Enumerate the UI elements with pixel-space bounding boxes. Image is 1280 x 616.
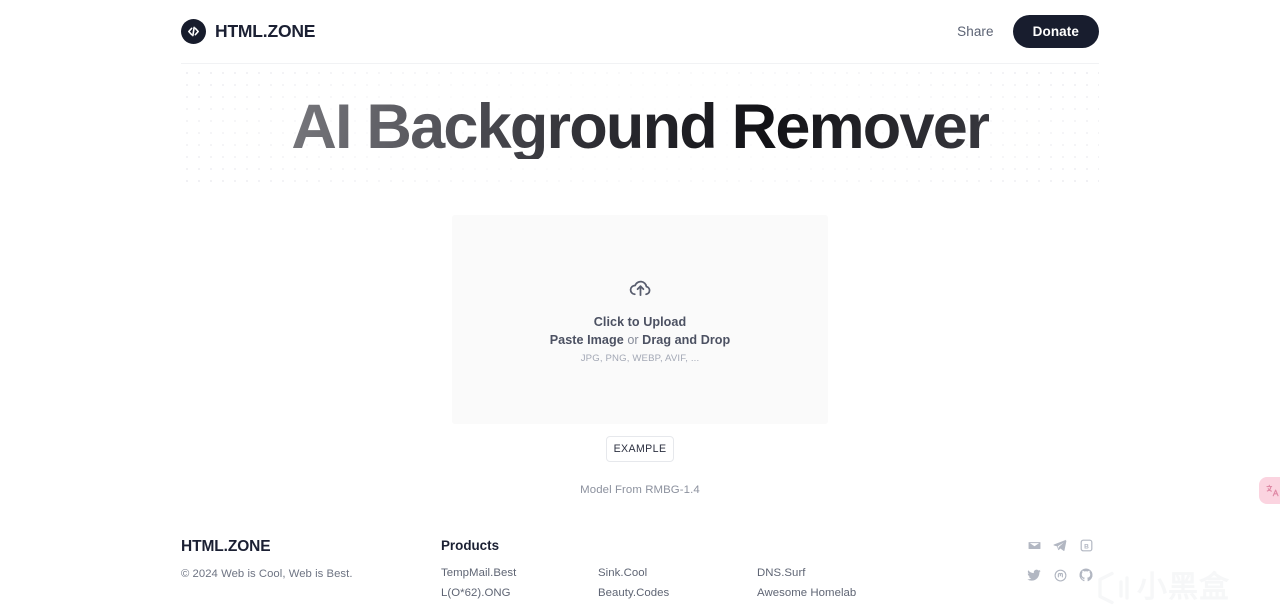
cloud-upload-icon [628,276,653,301]
brand-name: HTML.ZONE [215,21,316,41]
upload-primary-label: Click to Upload [593,314,687,329]
footer-copyright: © 2024 Web is Cool, Web is Best. [181,568,353,580]
upload-supported-formats: JPG, PNG, WEBP, AVIF, ... [580,352,700,364]
site-footer: HTML.ZONE © 2024 Web is Cool, Web is Bes… [181,524,1099,616]
github-icon[interactable] [1075,566,1097,584]
product-link-tempmail[interactable]: TempMail.Best [441,565,516,581]
twitter-icon[interactable] [1023,566,1045,584]
example-button[interactable]: EXAMPLE [606,436,674,462]
product-link-sink[interactable]: Sink.Cool [598,565,669,581]
upload-dropzone[interactable]: Click to Upload Paste Image or Drag and … [452,215,828,424]
site-header: HTML.ZONE Share Donate [181,0,1099,64]
product-link-dns[interactable]: DNS.Surf [757,565,856,581]
translate-widget-button[interactable] [1259,477,1280,504]
blog-icon[interactable]: B [1075,536,1097,554]
product-column-1: TempMail.Best L(O*62).ONG [441,565,516,601]
email-icon[interactable] [1023,536,1045,554]
brand-logo[interactable]: HTML.ZONE [181,19,315,44]
page-title: AI Background Remover [291,92,990,162]
header-actions: Share Donate [957,15,1099,48]
paste-image-label: Paste Image [549,332,624,347]
social-links: B [1021,536,1099,584]
drag-drop-label: Drag and Drop [642,332,731,347]
products-heading: Products [441,538,500,553]
product-link-homelab[interactable]: Awesome Homelab [757,585,856,601]
product-column-3: DNS.Surf Awesome Homelab [757,565,856,601]
product-link-beauty[interactable]: Beauty.Codes [598,585,669,601]
watermark-text: 小黑盒 [1137,571,1230,604]
watermark: 小黑盒 [1096,566,1268,610]
product-link-long[interactable]: L(O*62).ONG [441,585,516,601]
svg-text:B: B [1084,543,1089,550]
upload-secondary-label: Paste Image or Drag and Drop [550,333,731,347]
mastodon-icon[interactable] [1049,566,1071,584]
share-link[interactable]: Share [957,24,994,39]
model-credit: Model From RMBG-1.4 [580,484,700,496]
watermark-logo-icon [1096,570,1130,606]
product-column-2: Sink.Cool Beauty.Codes [598,565,669,601]
translate-icon [1265,483,1280,498]
telegram-icon[interactable] [1049,536,1071,554]
page-root: HTML.ZONE Share Donate AI Background Rem… [0,0,1280,616]
footer-brand-name: HTML.ZONE [181,538,271,555]
hero-section: AI Background Remover [181,65,1099,190]
donate-button[interactable]: Donate [1012,15,1099,48]
code-brackets-icon [181,19,206,44]
upload-or-label: or [623,332,643,347]
